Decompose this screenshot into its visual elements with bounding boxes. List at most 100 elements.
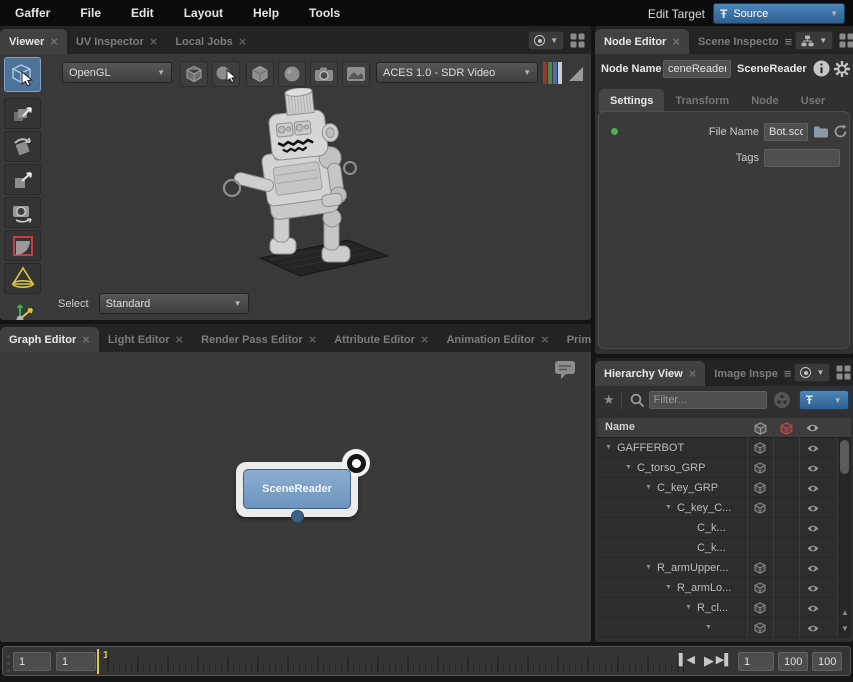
menu-file[interactable]: File (65, 0, 116, 26)
bookmark-star-icon[interactable]: ★ (603, 392, 615, 408)
info-icon[interactable] (813, 60, 830, 77)
layout-grid-icon[interactable] (839, 33, 853, 48)
scrollbar-thumb[interactable] (840, 440, 849, 474)
table-row[interactable]: C_k... (597, 538, 851, 558)
table-row[interactable]: ▼R_armLo... (597, 578, 851, 598)
tab-graph-editor[interactable]: Graph Editor× (0, 327, 99, 352)
close-icon[interactable]: × (82, 335, 90, 345)
view-options-button[interactable] (342, 61, 370, 87)
expander-icon[interactable]: ▼ (665, 584, 672, 591)
close-icon[interactable]: × (150, 37, 158, 47)
scroll-up-icon[interactable]: ▲ (838, 604, 852, 620)
menu-edit[interactable]: Edit (116, 0, 169, 26)
visibility-eye-icon[interactable] (799, 578, 826, 598)
range-end-input[interactable] (812, 652, 842, 671)
rotate-tool-button[interactable] (4, 131, 41, 162)
refresh-icon[interactable] (833, 124, 848, 139)
expander-icon[interactable]: ▼ (605, 444, 612, 451)
visibility-eye-icon[interactable] (799, 438, 826, 458)
renderer-dropdown[interactable]: OpenGL ▼ (62, 62, 172, 83)
table-row[interactable]: ▼ (597, 618, 851, 638)
light-position-tool-button[interactable] (4, 296, 41, 320)
menu-help[interactable]: Help (238, 0, 294, 26)
tab-uv-inspector[interactable]: UV Inspector× (67, 29, 166, 54)
light-tool-button[interactable] (4, 263, 41, 294)
menu-tools[interactable]: Tools (294, 0, 355, 26)
tab-local-jobs[interactable]: Local Jobs× (166, 29, 255, 54)
translate-tool-button[interactable] (4, 98, 41, 129)
tab-viewer[interactable]: Viewer× (0, 29, 67, 54)
expander-icon[interactable]: ▼ (645, 484, 652, 491)
tab-attribute-editor[interactable]: Attribute Editor× (325, 327, 437, 352)
table-row[interactable]: ▼R_armUpper... (597, 558, 851, 578)
close-icon[interactable]: × (421, 335, 429, 345)
range-start-input[interactable] (13, 652, 51, 671)
name-column-header[interactable]: Name (605, 421, 635, 433)
close-icon[interactable]: × (176, 335, 184, 345)
display-transform-dropdown[interactable]: ACES 1.0 - SDR Video ▼ (376, 62, 538, 83)
tags-input[interactable] (764, 149, 840, 167)
layout-grid-icon[interactable] (570, 33, 585, 48)
gear-icon[interactable] (833, 60, 851, 78)
skip-to-start-button[interactable]: ▌◀ (679, 653, 695, 666)
expander-icon[interactable]: ▼ (665, 504, 672, 511)
scroll-down-icon[interactable]: ▼ (838, 620, 852, 636)
tab-node-editor[interactable]: Node Editor× (595, 29, 689, 54)
close-icon[interactable]: × (689, 369, 697, 379)
tab-animation-editor[interactable]: Animation Editor× (437, 327, 557, 352)
visibility-column-header-icon[interactable] (799, 418, 826, 438)
filter-input[interactable] (649, 391, 767, 409)
channels-button[interactable] (543, 62, 562, 84)
close-icon[interactable]: × (239, 37, 247, 47)
tab-light-editor[interactable]: Light Editor× (99, 327, 192, 352)
file-name-input[interactable] (764, 123, 808, 141)
close-icon[interactable]: × (309, 335, 317, 345)
current-frame-input[interactable] (738, 652, 774, 671)
visibility-eye-icon[interactable] (799, 458, 826, 478)
filter-options-icon[interactable] (773, 391, 791, 409)
table-row[interactable]: C_k... (597, 518, 851, 538)
shading-mode-button[interactable] (246, 61, 274, 87)
edit-target-dropdown[interactable]: Ŧ Source ▼ (713, 3, 845, 24)
hierarchy-scrollbar[interactable]: ▲ ▼ (837, 438, 851, 638)
table-row[interactable]: ▼R_cl... (597, 598, 851, 618)
drawing-mode-button[interactable] (180, 61, 208, 87)
editor-link-button[interactable]: ▼ (795, 31, 833, 50)
camera-tool-button[interactable] (4, 197, 41, 228)
annotation-bubble-icon[interactable] (553, 360, 577, 380)
focus-target-button[interactable]: ▼ (794, 363, 830, 382)
expander-icon[interactable]: ▼ (625, 464, 632, 471)
frame-ruler[interactable] (107, 650, 684, 674)
select-tool-button[interactable] (4, 57, 41, 92)
play-button[interactable]: ▶ (704, 653, 714, 669)
skip-to-end-button[interactable]: ▶▌ (716, 653, 732, 666)
tab-node[interactable]: Node (740, 89, 790, 112)
expander-icon[interactable]: ▼ (705, 624, 712, 631)
layout-grid-icon[interactable] (836, 365, 851, 380)
visibility-eye-icon[interactable] (799, 538, 826, 558)
tab-hierarchy-view[interactable]: Hierarchy View× (595, 361, 705, 386)
close-icon[interactable]: × (50, 37, 58, 47)
tab-render-pass-editor[interactable]: Render Pass Editor× (192, 327, 325, 352)
table-row[interactable]: ▼GAFFERBOT (597, 438, 851, 458)
lighting-mode-button[interactable] (278, 61, 306, 87)
visibility-eye-icon[interactable] (799, 558, 826, 578)
visibility-eye-icon[interactable] (799, 478, 826, 498)
node-graph-canvas[interactable]: SceneReader (0, 352, 591, 642)
close-icon[interactable]: × (541, 335, 549, 345)
close-icon[interactable]: × (672, 37, 680, 47)
tab-scene-inspector[interactable]: Scene Inspecto≡ (689, 29, 795, 54)
timeline-grip-handle[interactable] (7, 655, 11, 672)
playback-start-input[interactable] (56, 652, 96, 671)
tab-settings[interactable]: Settings (599, 89, 664, 112)
scale-tool-button[interactable] (4, 164, 41, 195)
plug-status-dot[interactable] (611, 128, 618, 135)
tab-user[interactable]: User (790, 89, 836, 112)
table-row[interactable]: ▼C_key_C... (597, 498, 851, 518)
expander-icon[interactable]: ▼ (645, 564, 652, 571)
crop-window-tool-button[interactable] (4, 230, 41, 261)
gafferbot-3d-model[interactable] (182, 88, 414, 288)
visibility-eye-icon[interactable] (799, 518, 826, 538)
playback-end-input[interactable] (778, 652, 808, 671)
expansion-mode-button[interactable] (212, 61, 240, 87)
